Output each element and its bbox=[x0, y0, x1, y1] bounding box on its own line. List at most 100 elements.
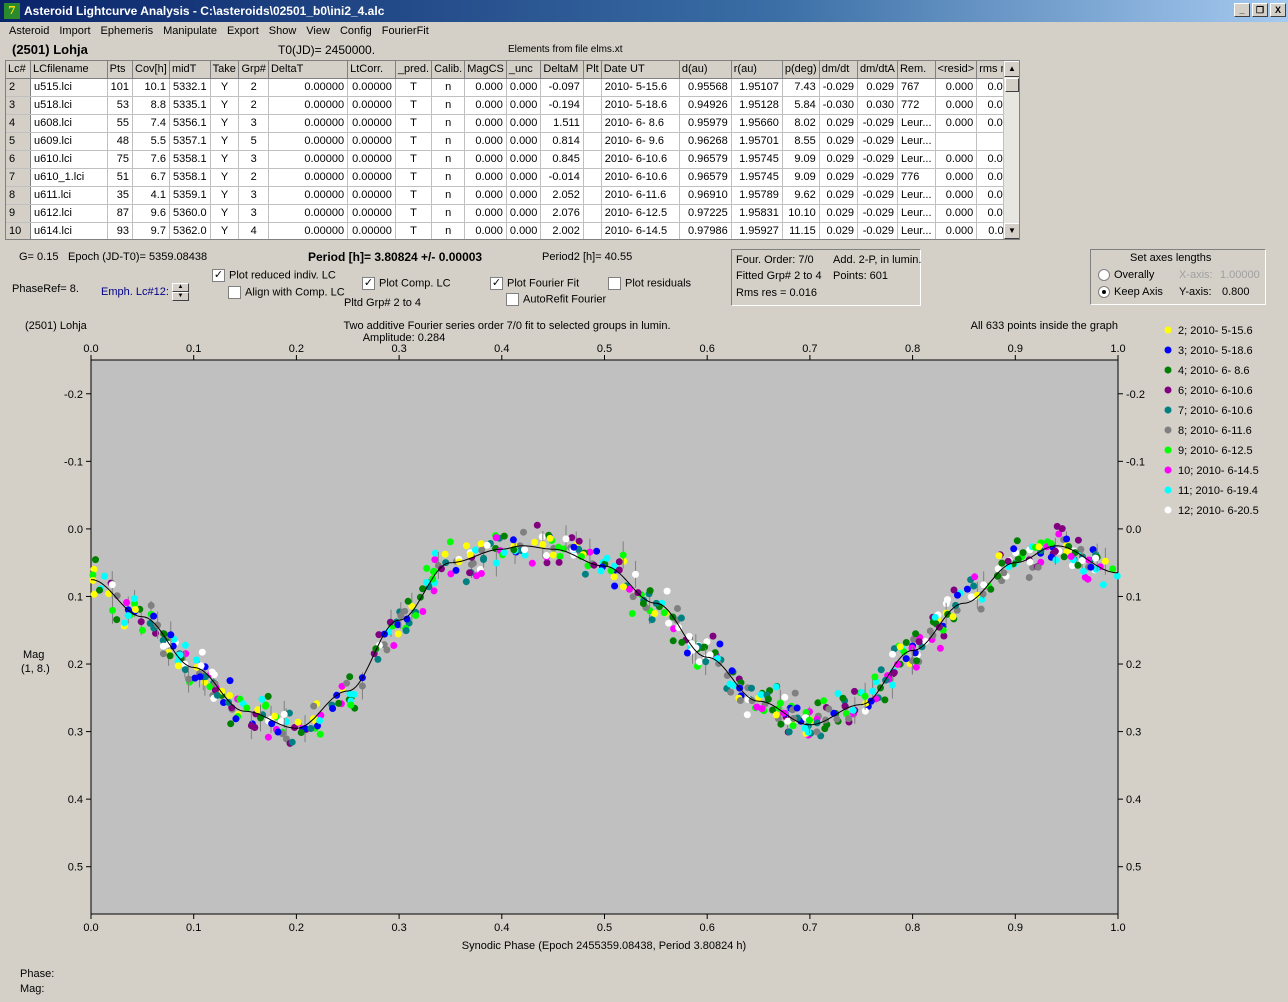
table-cell[interactable]: 0.029 bbox=[857, 78, 898, 97]
table-cell[interactable]: Leur... bbox=[897, 114, 936, 133]
column-header[interactable]: <resid> bbox=[935, 61, 978, 79]
table-cell[interactable]: T bbox=[395, 204, 433, 223]
table-cell[interactable]: 0.000 bbox=[464, 114, 507, 133]
table-cell[interactable]: T bbox=[395, 168, 433, 187]
table-cell[interactable]: 9.7 bbox=[132, 222, 170, 239]
table-cell[interactable]: 7.43 bbox=[782, 78, 820, 97]
column-header[interactable]: LtCorr. bbox=[347, 61, 396, 79]
table-cell[interactable]: -0.029 bbox=[857, 186, 898, 205]
table-cell[interactable]: 0.97986 bbox=[679, 222, 732, 239]
table-cell[interactable]: T bbox=[395, 78, 433, 97]
table-cell[interactable]: 0.000 bbox=[506, 222, 542, 239]
spin-up-icon[interactable]: ▲ bbox=[172, 283, 189, 292]
table-cell[interactable]: 0.000 bbox=[935, 186, 978, 205]
table-cell[interactable]: 5359.1 bbox=[169, 186, 211, 205]
table-scrollbar[interactable]: ▲ ▼ bbox=[1003, 61, 1019, 239]
table-cell[interactable]: 0.000 bbox=[935, 204, 978, 223]
menu-export[interactable]: Export bbox=[222, 25, 264, 37]
table-cell[interactable]: 1.95831 bbox=[731, 204, 783, 223]
table-row[interactable]: 7 u610_1.lci 51 6.7 5358.1 Y 2 0.00000 0.00000 Tn… bbox=[6, 168, 1019, 187]
x-axis-value[interactable]: 1.00000 bbox=[1220, 269, 1260, 281]
table-cell[interactable]: 5 bbox=[238, 132, 269, 151]
table-cell[interactable]: u612.lci bbox=[30, 204, 108, 223]
table-cell[interactable]: 5358.1 bbox=[169, 168, 211, 187]
table-cell[interactable]: 2010- 6- 8.6 bbox=[601, 114, 680, 133]
column-header[interactable]: DeltaT bbox=[268, 61, 349, 79]
table-cell[interactable]: u608.lci bbox=[30, 114, 108, 133]
table-cell[interactable]: 4.1 bbox=[132, 186, 170, 205]
table-cell[interactable]: -0.029 bbox=[857, 168, 898, 187]
table-cell[interactable]: 1.95701 bbox=[731, 132, 783, 151]
table-cell[interactable]: 772 bbox=[897, 96, 936, 115]
table-cell[interactable]: 8.8 bbox=[132, 96, 170, 115]
table-row[interactable]: 5 u609.lci 48 5.5 5357.1 Y 5 0.00000 0.00000 Tn 0.… bbox=[6, 132, 1019, 151]
table-cell[interactable]: Y bbox=[210, 78, 240, 97]
table-cell[interactable]: 0.95979 bbox=[679, 114, 732, 133]
table-cell[interactable]: 0.000 bbox=[506, 168, 542, 187]
table-cell[interactable]: n bbox=[431, 96, 466, 115]
table-cell[interactable]: 6.7 bbox=[132, 168, 170, 187]
table-cell[interactable]: T bbox=[395, 222, 433, 239]
table-cell[interactable]: 7.6 bbox=[132, 150, 170, 169]
table-cell[interactable]: 0.000 bbox=[464, 204, 507, 223]
table-cell[interactable]: 0.000 bbox=[464, 150, 507, 169]
table-cell[interactable]: 1.95745 bbox=[731, 150, 783, 169]
table-cell[interactable]: 10.1 bbox=[132, 78, 170, 97]
table-cell[interactable]: 1.95107 bbox=[731, 78, 783, 97]
table-cell[interactable]: 3 bbox=[238, 150, 269, 169]
column-header[interactable]: _unc bbox=[506, 61, 542, 79]
table-cell[interactable]: 0.00000 bbox=[268, 150, 349, 169]
table-cell[interactable]: 0.00000 bbox=[347, 132, 396, 151]
table-cell[interactable]: 0.00000 bbox=[347, 78, 396, 97]
table-cell[interactable]: Leur... bbox=[897, 150, 936, 169]
table-cell[interactable]: Y bbox=[210, 186, 240, 205]
table-cell[interactable]: 0.000 bbox=[506, 204, 542, 223]
menu-config[interactable]: Config bbox=[335, 25, 377, 37]
plot-reduced-checkbox[interactable]: ✓ Plot reduced indiv. LC bbox=[212, 269, 336, 282]
table-cell[interactable]: Y bbox=[210, 204, 240, 223]
table-cell[interactable]: 0.029 bbox=[819, 150, 858, 169]
table-cell[interactable]: -0.029 bbox=[857, 114, 898, 133]
table-cell[interactable]: -0.029 bbox=[857, 132, 898, 151]
table-cell[interactable] bbox=[583, 114, 602, 133]
column-header[interactable]: Plt bbox=[583, 61, 602, 79]
table-cell[interactable]: 0.000 bbox=[506, 150, 542, 169]
table-cell[interactable]: 0.000 bbox=[464, 186, 507, 205]
table-cell[interactable]: 0.000 bbox=[506, 78, 542, 97]
table-cell[interactable]: 2010- 6-10.6 bbox=[601, 150, 680, 169]
column-header[interactable]: r(au) bbox=[731, 61, 783, 79]
table-cell[interactable]: Y bbox=[210, 168, 240, 187]
table-cell[interactable]: 0.000 bbox=[935, 168, 978, 187]
table-cell[interactable]: u609.lci bbox=[30, 132, 108, 151]
table-cell[interactable]: 2 bbox=[238, 78, 269, 97]
table-cell[interactable]: 0.000 bbox=[464, 96, 507, 115]
table-cell[interactable]: 0.00000 bbox=[268, 132, 349, 151]
table-cell[interactable]: 0.029 bbox=[819, 132, 858, 151]
menu-show[interactable]: Show bbox=[264, 25, 302, 37]
table-cell[interactable]: 5360.0 bbox=[169, 204, 211, 223]
table-cell[interactable]: 10.10 bbox=[782, 204, 820, 223]
table-cell[interactable]: u610_1.lci bbox=[30, 168, 108, 187]
table-cell[interactable]: 0.00000 bbox=[347, 222, 396, 239]
table-cell[interactable]: 0.00000 bbox=[347, 114, 396, 133]
column-header[interactable]: MagCS bbox=[464, 61, 507, 79]
table-cell[interactable]: 0.97225 bbox=[679, 204, 732, 223]
table-cell[interactable]: T bbox=[395, 186, 433, 205]
table-cell[interactable]: 776 bbox=[897, 168, 936, 187]
align-comp-checkbox[interactable]: Align with Comp. LC bbox=[228, 286, 345, 299]
column-header[interactable]: Lc# bbox=[6, 61, 32, 79]
table-cell[interactable]: 0.00000 bbox=[268, 168, 349, 187]
table-cell[interactable]: n bbox=[431, 150, 466, 169]
column-header[interactable]: d(au) bbox=[679, 61, 732, 79]
column-header[interactable]: Rem. bbox=[897, 61, 936, 79]
table-row[interactable]: 4 u608.lci 55 7.4 5356.1 Y 3 0.00000 0.00000 Tn 0.… bbox=[6, 114, 1019, 133]
table-cell[interactable]: 2.076 bbox=[540, 204, 584, 223]
table-cell[interactable]: 5356.1 bbox=[169, 114, 211, 133]
table-cell[interactable]: u610.lci bbox=[30, 150, 108, 169]
table-cell[interactable]: 75 bbox=[107, 150, 134, 169]
table-cell[interactable] bbox=[583, 222, 602, 239]
menu-view[interactable]: View bbox=[301, 25, 335, 37]
y-axis-value[interactable]: 0.800 bbox=[1222, 286, 1250, 298]
table-cell[interactable]: 767 bbox=[897, 78, 936, 97]
column-header[interactable]: Cov[h] bbox=[132, 61, 170, 79]
